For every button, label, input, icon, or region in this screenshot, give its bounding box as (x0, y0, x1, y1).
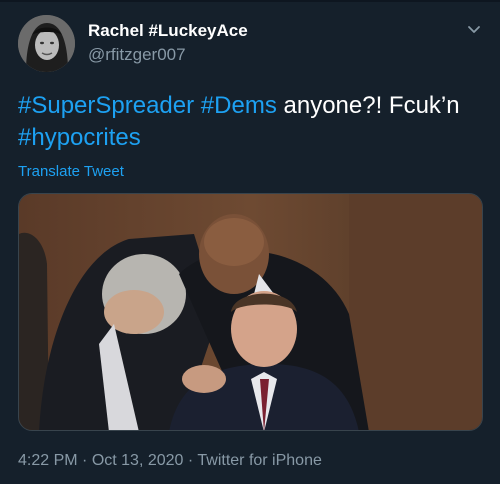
chevron-down-icon[interactable] (466, 22, 482, 38)
user-handle[interactable]: @rfitzger007 (88, 45, 186, 65)
top-divider (0, 0, 500, 2)
translate-tweet-link[interactable]: Translate Tweet (18, 163, 124, 180)
separator-dot: · (183, 452, 198, 469)
tweet-time[interactable]: 4:22 PM (18, 452, 78, 469)
tweet-text: #SuperSpreader #Dems anyone?! Fcuk’n #hy… (18, 90, 488, 154)
hashtag-link[interactable]: #SuperSpreader (18, 92, 194, 119)
tweet-photo[interactable] (18, 193, 483, 431)
tweet-text-segment (194, 92, 201, 119)
hashtag-link[interactable]: #Dems (201, 92, 277, 119)
tweet-text-segment: anyone?! Fcuk’n (276, 92, 460, 119)
tweet-metadata: 4:22 PM · Oct 13, 2020 · Twitter for iPh… (18, 452, 322, 470)
hashtag-link[interactable]: #hypocrites (18, 124, 141, 151)
tweet-source[interactable]: Twitter for iPhone (197, 452, 322, 469)
avatar[interactable] (18, 15, 75, 72)
separator-dot: · (77, 452, 92, 469)
tweet-date[interactable]: Oct 13, 2020 (92, 452, 184, 469)
display-name[interactable]: Rachel #LuckeyAce (88, 21, 248, 41)
